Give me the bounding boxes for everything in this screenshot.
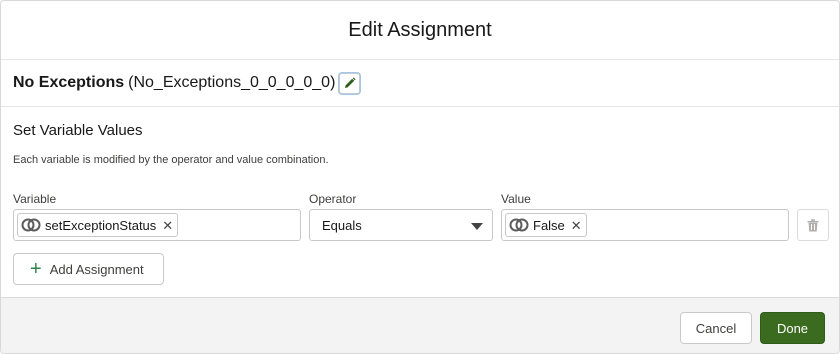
pencil-icon [344, 77, 356, 88]
operator-select[interactable]: Equals [309, 209, 493, 241]
element-api-name: (No_Exceptions_0_0_0_0_0) [128, 74, 336, 91]
variable-pill-label: setExceptionStatus [45, 217, 157, 233]
modal-header: Edit Assignment [1, 1, 839, 60]
operator-label: Operator [309, 192, 357, 206]
section-description: Each variable is modified by the operato… [13, 154, 329, 166]
value-resource-icon [509, 218, 529, 232]
value-field[interactable]: False ✕ [501, 209, 789, 241]
edit-name-button[interactable] [339, 72, 361, 94]
plus-icon: + [30, 258, 42, 280]
variable-label: Variable [13, 192, 57, 206]
modal-footer: Cancel Done [1, 297, 839, 353]
delete-assignment-button[interactable] [797, 209, 829, 241]
done-button[interactable]: Done [760, 312, 825, 344]
add-assignment-button[interactable]: + Add Assignment [13, 253, 164, 285]
modal-title: Edit Assignment [348, 18, 492, 41]
value-pill-label: False [533, 217, 565, 233]
chevron-down-icon [471, 223, 483, 230]
section-title: Set Variable Values [13, 122, 143, 139]
trash-icon [807, 218, 819, 231]
cancel-button[interactable]: Cancel [680, 312, 752, 344]
variable-resource-icon [21, 218, 41, 232]
value-pill: False ✕ [505, 213, 587, 237]
variable-pill: setExceptionStatus ✕ [17, 213, 179, 237]
remove-variable-icon[interactable]: ✕ [162, 219, 173, 232]
edit-assignment-modal: Edit Assignment No Exceptions (No_Except… [0, 0, 840, 354]
element-name-row: No Exceptions (No_Exceptions_0_0_0_0_0) [1, 60, 839, 107]
element-label: No Exceptions [13, 74, 125, 91]
remove-value-icon[interactable]: ✕ [571, 219, 582, 232]
value-label: Value [501, 192, 531, 206]
operator-value: Equals [322, 218, 362, 233]
variable-field[interactable]: setExceptionStatus ✕ [13, 209, 301, 241]
add-assignment-label: Add Assignment [49, 261, 144, 277]
